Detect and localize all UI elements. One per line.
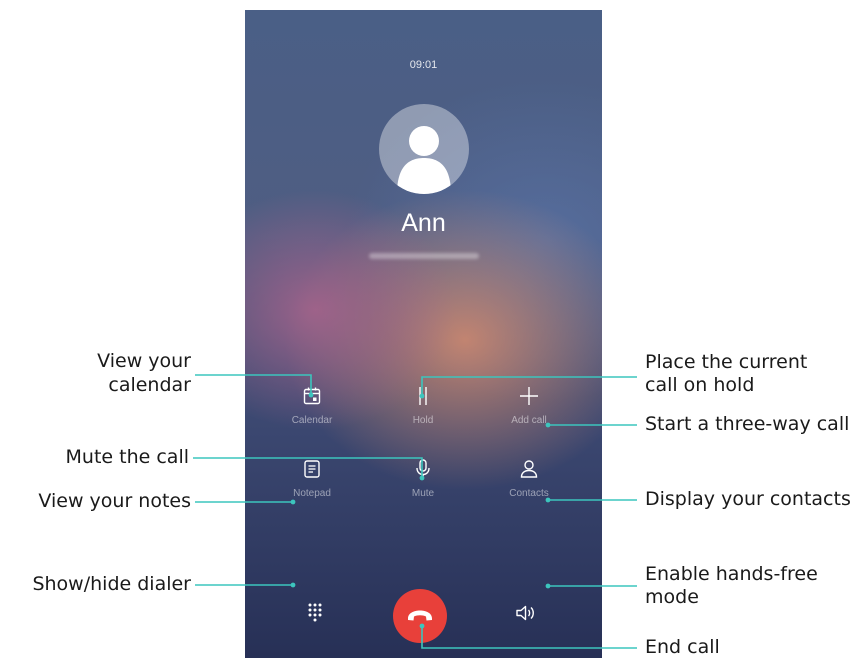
mute-label: Mute: [411, 488, 435, 499]
phone-hangup-icon: [408, 610, 432, 621]
notepad-icon: [304, 460, 320, 478]
annotation-view-notes: View your notes: [38, 490, 191, 512]
user-avatar-icon: [397, 126, 451, 194]
annotation-three-way-call: Start a three-way call: [645, 413, 850, 435]
plus-icon: [520, 387, 538, 405]
end-call-button[interactable]: [393, 589, 447, 643]
hold-label: Hold: [412, 415, 434, 426]
annotation-end-call: End call: [645, 636, 720, 658]
annotation-view-calendar-line1: View your: [97, 350, 191, 372]
annotation-show-hide-dialer: Show/hide dialer: [32, 573, 191, 595]
notepad-button[interactable]: Notepad: [272, 458, 352, 499]
calendar-icon: [303, 387, 321, 405]
contacts-button[interactable]: Contacts: [489, 458, 569, 499]
caller-avatar: [379, 104, 469, 194]
notepad-label: Notepad: [293, 488, 331, 499]
annotation-hands-free-line2: mode: [645, 586, 699, 608]
add-call-label: Add call: [511, 415, 547, 426]
contacts-label: Contacts: [509, 488, 549, 499]
caller-name: Ann: [401, 209, 446, 237]
mute-button[interactable]: Mute: [383, 458, 463, 499]
annotation-place-hold-line1: Place the current: [645, 351, 808, 373]
add-call-button[interactable]: Add call: [489, 385, 569, 426]
contacts-icon: [520, 460, 538, 478]
speaker-button[interactable]: [487, 602, 563, 632]
pause-icon: [419, 387, 427, 405]
speaker-icon: [516, 605, 534, 621]
phone-screen: 09:01 Ann Calendar Hold Add call Notepad…: [245, 10, 602, 658]
status-time: 09:01: [409, 59, 438, 71]
annotation-place-hold-line2: call on hold: [645, 374, 755, 396]
annotation-hands-free-line1: Enable hands-free: [645, 563, 818, 585]
annotation-display-contacts: Display your contacts: [645, 488, 851, 510]
hold-button[interactable]: Hold: [383, 385, 463, 426]
dialpad-button[interactable]: [277, 602, 353, 632]
caller-number-blurred: [369, 253, 479, 259]
annotation-view-calendar-line2: calendar: [108, 374, 191, 396]
dialpad-icon: [308, 603, 322, 622]
microphone-icon: [416, 459, 430, 479]
calendar-label: Calendar: [291, 415, 333, 426]
annotation-mute-call: Mute the call: [65, 446, 189, 468]
calendar-button[interactable]: Calendar: [272, 385, 352, 426]
